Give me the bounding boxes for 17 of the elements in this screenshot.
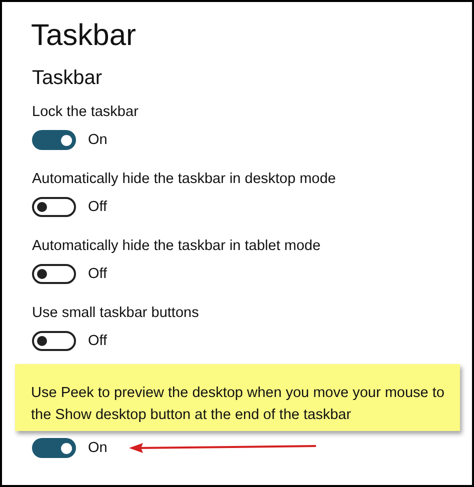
- toggle-switch[interactable]: [32, 331, 76, 351]
- setting-label: Lock the taskbar: [32, 104, 140, 120]
- toggle-state: On: [88, 440, 108, 456]
- toggle-switch[interactable]: [32, 197, 76, 217]
- toggle-state: Off: [88, 333, 108, 349]
- toggle-state: Off: [88, 266, 108, 282]
- section-heading: Taskbar: [32, 66, 104, 91]
- toggle-switch[interactable]: [32, 130, 76, 150]
- toggle-state: Off: [88, 199, 108, 215]
- setting-label: Automatically hide the taskbar in desktop mode: [32, 171, 337, 187]
- callout-note: Use Peek to preview the desktop when you move your mouse to the Show desktop button at the end of the taskbar: [15, 364, 460, 431]
- setting-label: Use small taskbar buttons: [32, 305, 200, 321]
- toggle-state: On: [88, 132, 108, 148]
- toggle-switch[interactable]: [32, 264, 76, 284]
- page-title: Taskbar: [31, 18, 138, 54]
- toggle-switch[interactable]: [32, 438, 76, 458]
- setting-label: Automatically hide the taskbar in tablet mode: [32, 238, 322, 254]
